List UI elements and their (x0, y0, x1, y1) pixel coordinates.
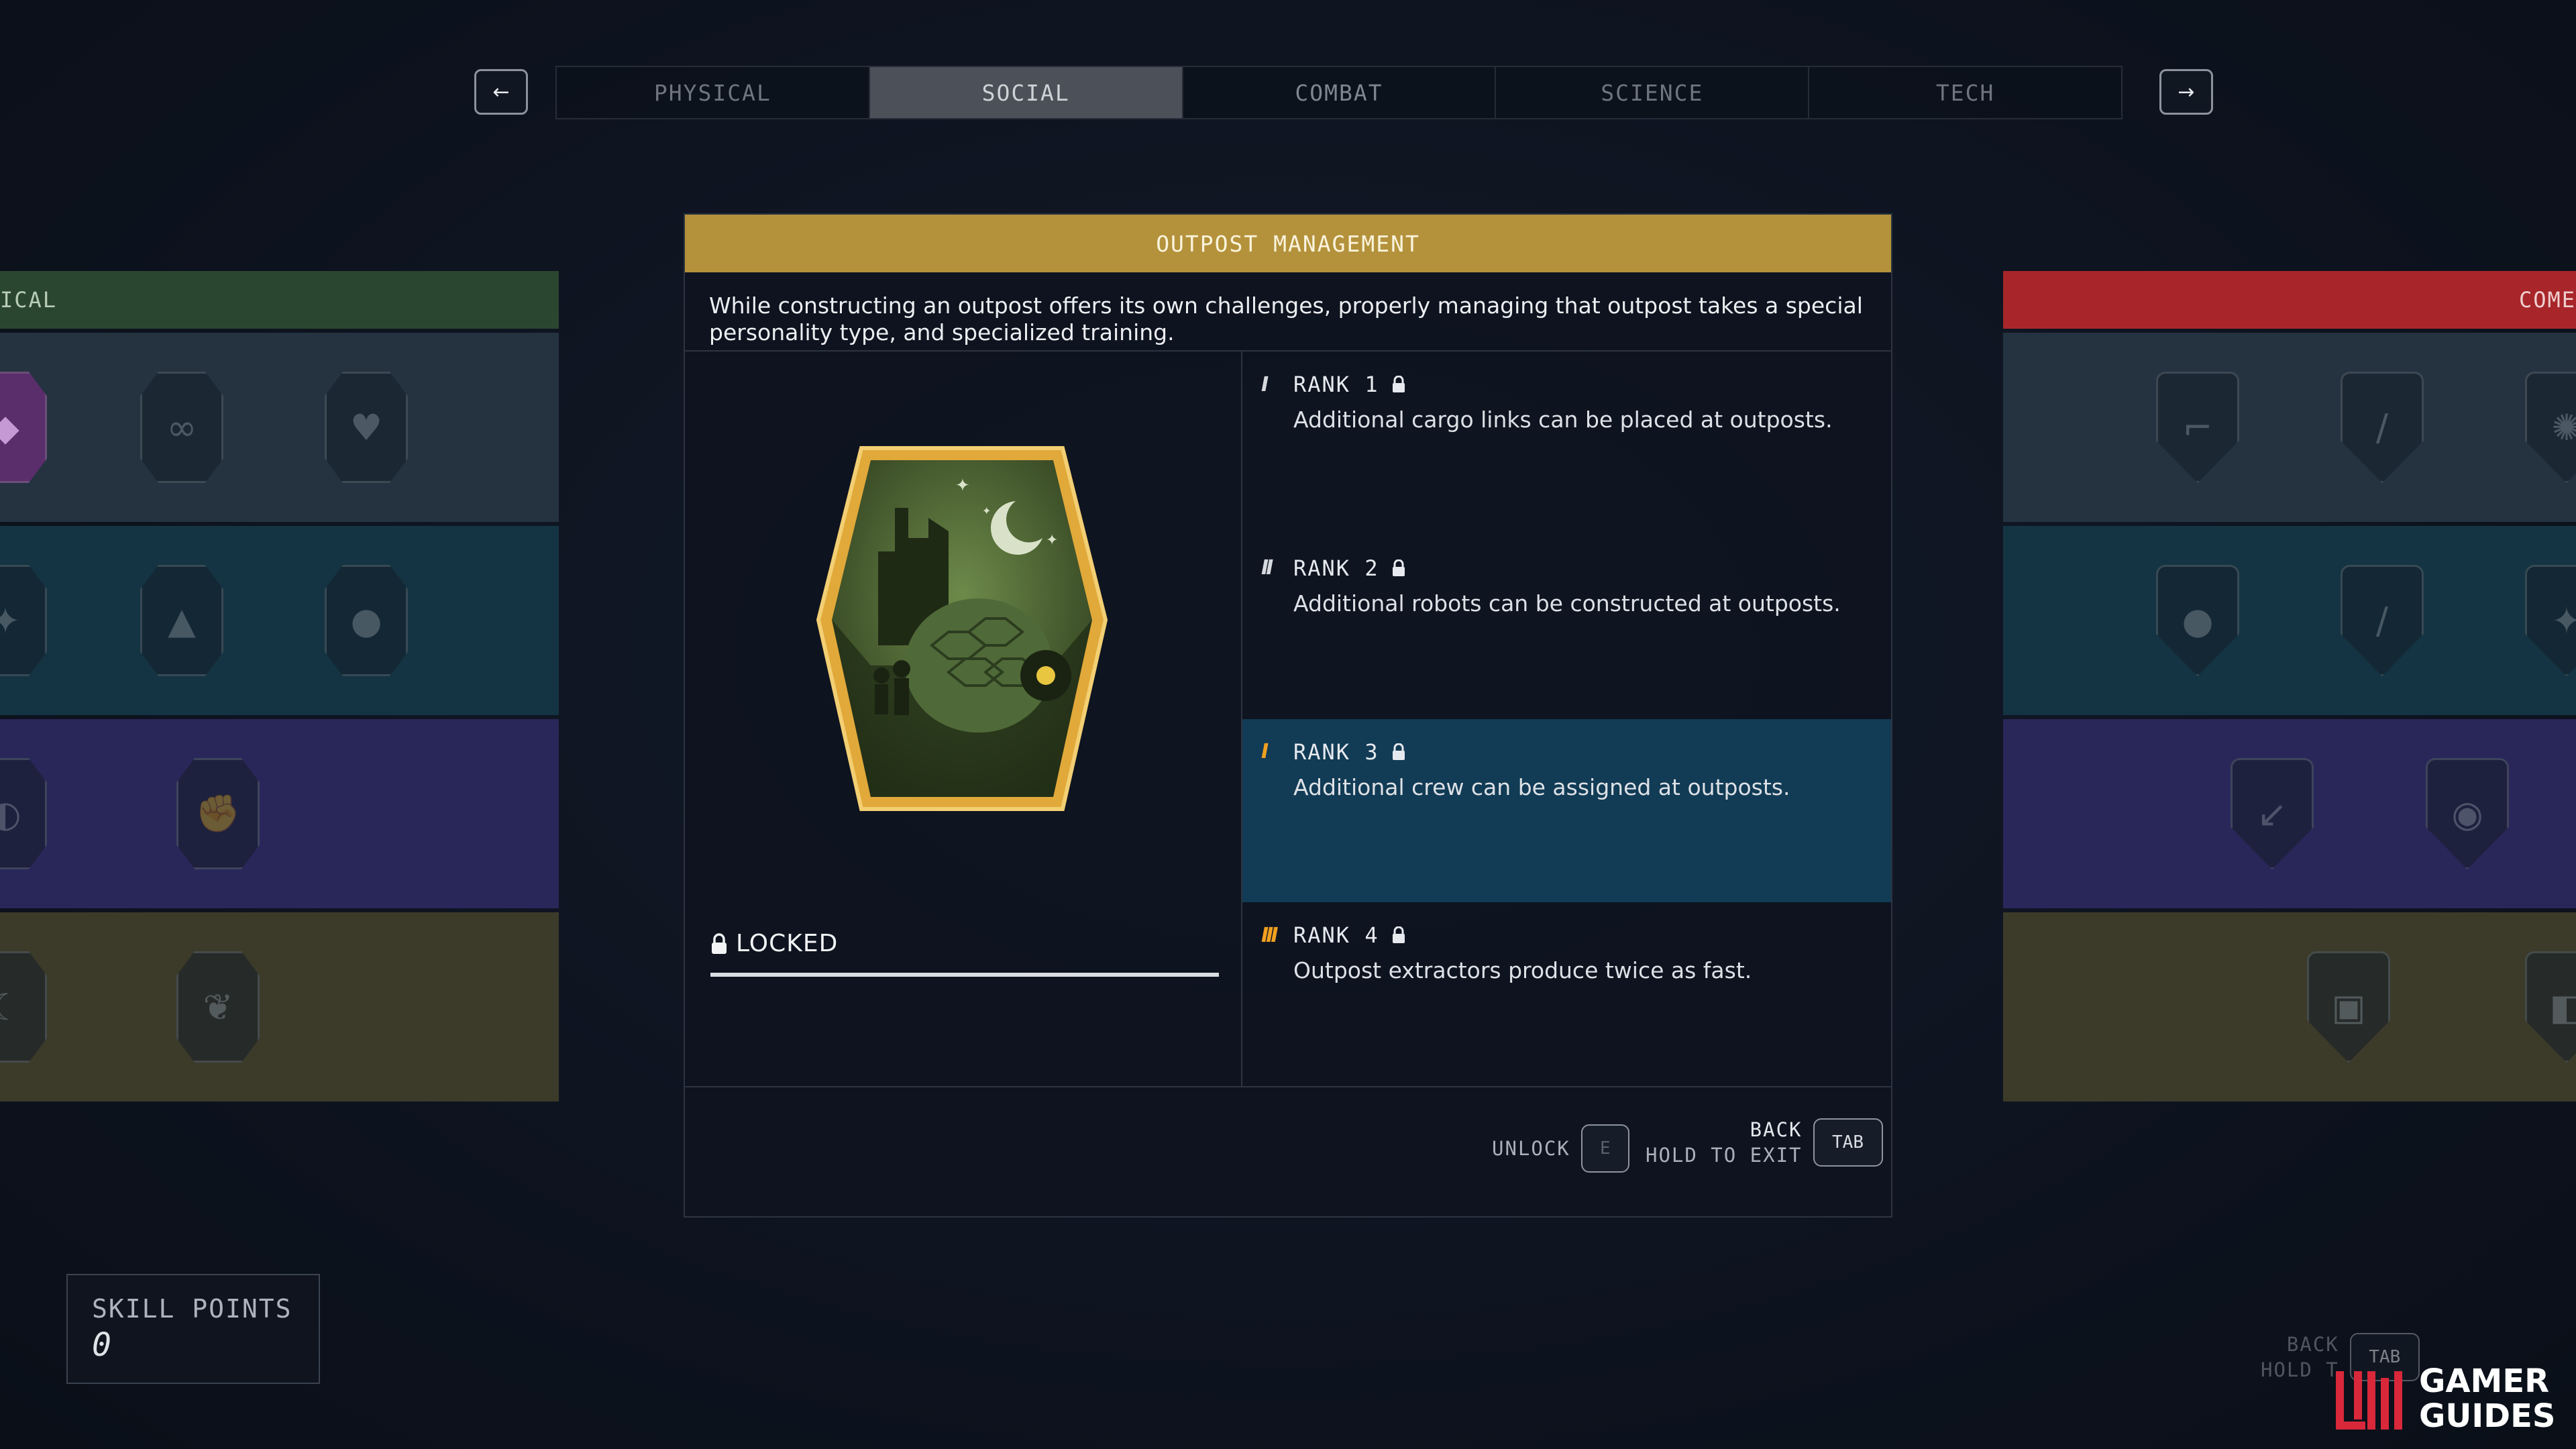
skill-badge-icon[interactable]: ✦ (0, 565, 47, 676)
skill-badge-icon[interactable]: ◉ (2426, 758, 2509, 869)
knife-skill-icon[interactable]: / (2341, 565, 2424, 676)
skill-points-box: SKILL POINTS 0 (66, 1274, 320, 1384)
lock-status-label: LOCKED (736, 930, 839, 957)
card-footer: UNLOCK E BACK HOLD TO EXIT TAB (685, 1087, 1891, 1218)
tab-tech[interactable]: TECH (1809, 67, 2121, 118)
skill-badge-icon[interactable]: ▲ (140, 565, 223, 676)
back-key-button[interactable]: TAB (1813, 1118, 1883, 1167)
arrow-skill-icon[interactable]: ↙ (2231, 758, 2314, 869)
rank-label: RANK 4 (1293, 922, 1379, 949)
unlock-hint[interactable]: UNLOCK E (1492, 1124, 1629, 1173)
skill-badge-icon[interactable]: ◐ (0, 758, 47, 869)
rank-description: Additional robots can be constructed at … (1293, 590, 1841, 616)
skill-points-value: 0 (92, 1326, 111, 1364)
rank-progress-bar (710, 973, 1219, 977)
skill-row-tier-4: ☾ ❦ (0, 912, 559, 1102)
blade-skill-icon[interactable]: / (2341, 372, 2424, 483)
lock-icon (1392, 743, 1405, 760)
rank-pips-icon: I (1261, 740, 1269, 763)
rank-row-2[interactable]: II RANK 2 Additional robots can be const… (1242, 535, 1891, 719)
rank-pips-icon: III (1261, 923, 1279, 947)
skill-points-label: SKILL POINTS (92, 1294, 292, 1324)
rank-pips-icon: II (1261, 556, 1273, 580)
skill-badge-icon[interactable]: ◧ (2525, 951, 2576, 1063)
tab-science[interactable]: SCIENCE (1496, 67, 1810, 118)
combat-skill-panel: COME ⌐ / ✺ ● / ✦ ↙ ◉ ▣ ◧ (2003, 271, 2576, 1102)
gamer-guides-logo-icon (2336, 1371, 2402, 1430)
lock-icon (1392, 376, 1405, 392)
rank-pips-icon: I (1261, 372, 1269, 396)
hold-to-exit-label: HOLD TO EXIT (1646, 1144, 1803, 1167)
rank-label: RANK 2 (1293, 555, 1379, 581)
svg-text:✦: ✦ (982, 504, 991, 517)
perk-detail-card: OUTPOST MANAGEMENT While constructing an… (684, 213, 1892, 1218)
hold-label: HOLD T (2261, 1358, 2339, 1381)
skill-badge-icon[interactable]: ● (325, 565, 408, 676)
svg-text:✦: ✦ (1046, 532, 1058, 549)
gamer-guides-watermark: GAMER GUIDES (2334, 1348, 2576, 1449)
panel-header: COME (2003, 271, 2576, 329)
next-tab-button[interactable]: → (2159, 69, 2213, 115)
rank-label: RANK 1 (1293, 372, 1379, 397)
unlock-key-button[interactable]: E (1580, 1124, 1629, 1173)
skill-badge-icon[interactable]: ✦ (2525, 565, 2576, 676)
lock-icon (1392, 559, 1405, 576)
svg-text:✦: ✦ (955, 476, 970, 496)
outpost-management-badge-icon: ✦ ✦ ✦ (816, 446, 1108, 811)
unlock-label: UNLOCK (1492, 1137, 1570, 1160)
skill-row-tier-1: ◆ ∞ ♥ (0, 333, 559, 522)
watermark-line-2: GUIDES (2419, 1397, 2556, 1435)
tab-physical[interactable]: PHYSICAL (557, 67, 870, 118)
watermark-line-1: GAMER (2419, 1362, 2550, 1400)
skill-row-tier-3: ↙ ◉ (2003, 719, 2576, 908)
skill-badge-icon[interactable]: ♥ (325, 372, 408, 483)
lock-icon (1392, 926, 1405, 944)
back-label: BACK (1750, 1118, 1803, 1141)
rank-list: I RANK 1 Additional cargo links can be p… (1242, 352, 1891, 1086)
skill-badge-icon[interactable]: ▣ (2307, 951, 2390, 1063)
skill-badge-icon[interactable]: ☾ (0, 951, 47, 1063)
skill-badge-icon[interactable]: ✺ (2525, 372, 2576, 483)
tab-combat[interactable]: COMBAT (1183, 67, 1497, 118)
lock-status: LOCKED (710, 930, 838, 957)
skill-row-tier-2: ● / ✦ (2003, 526, 2576, 715)
skill-row-tier-3: ◐ ✊ (0, 719, 559, 908)
rank-description: Additional cargo links can be placed at … (1293, 407, 1833, 433)
lock-icon (712, 932, 727, 954)
previous-tab-button[interactable]: ← (474, 69, 528, 115)
rank-description: Outpost extractors produce twice as fast… (1293, 957, 1752, 984)
arrow-right-icon: → (2178, 80, 2195, 104)
perk-description: While constructing an outpost offers its… (685, 272, 1891, 352)
perk-badge-pane: ✦ ✦ ✦ LOCKED (685, 352, 1242, 1086)
skill-badge-icon[interactable]: ◆ (0, 372, 47, 483)
back-hint[interactable]: BACK HOLD TO EXIT TAB (1646, 1117, 1883, 1168)
skill-badge-icon[interactable]: ✊ (176, 758, 260, 869)
pistol-skill-icon[interactable]: ⌐ (2156, 372, 2239, 483)
arrow-left-icon: ← (492, 80, 510, 104)
skill-row-tier-1: ⌐ / ✺ (2003, 333, 2576, 522)
rank-row-1[interactable]: I RANK 1 Additional cargo links can be p… (1242, 352, 1891, 535)
skill-row-tier-2: ✦ ▲ ● (0, 526, 559, 715)
skill-badge-icon[interactable]: ∞ (140, 372, 223, 483)
rank-row-3[interactable]: I RANK 3 Additional crew can be assigned… (1242, 718, 1891, 903)
rank-label: RANK 3 (1293, 739, 1379, 765)
perk-body: ✦ ✦ ✦ LOCKED I RANK 1 Additional cargo l… (685, 352, 1891, 1087)
skill-row-tier-4: ▣ ◧ (2003, 912, 2576, 1102)
tab-social[interactable]: SOCIAL (869, 67, 1183, 118)
perk-title: OUTPOST MANAGEMENT (685, 215, 1891, 272)
grenade-skill-icon[interactable]: ● (2156, 565, 2239, 676)
panel-header: ICAL (0, 271, 559, 329)
rank-description: Additional crew can be assigned at outpo… (1293, 773, 1790, 800)
skill-badge-icon[interactable]: ❦ (176, 951, 260, 1063)
rank-row-4[interactable]: III RANK 4 Outpost extractors produce tw… (1242, 902, 1891, 1086)
back-label: BACK (2286, 1333, 2339, 1356)
physical-skill-panel: ICAL ◆ ∞ ♥ ✦ ▲ ● ◐ ✊ ☾ ❦ (0, 271, 559, 1102)
skill-category-tabs: PHYSICAL SOCIAL COMBAT SCIENCE TECH (555, 66, 2123, 119)
